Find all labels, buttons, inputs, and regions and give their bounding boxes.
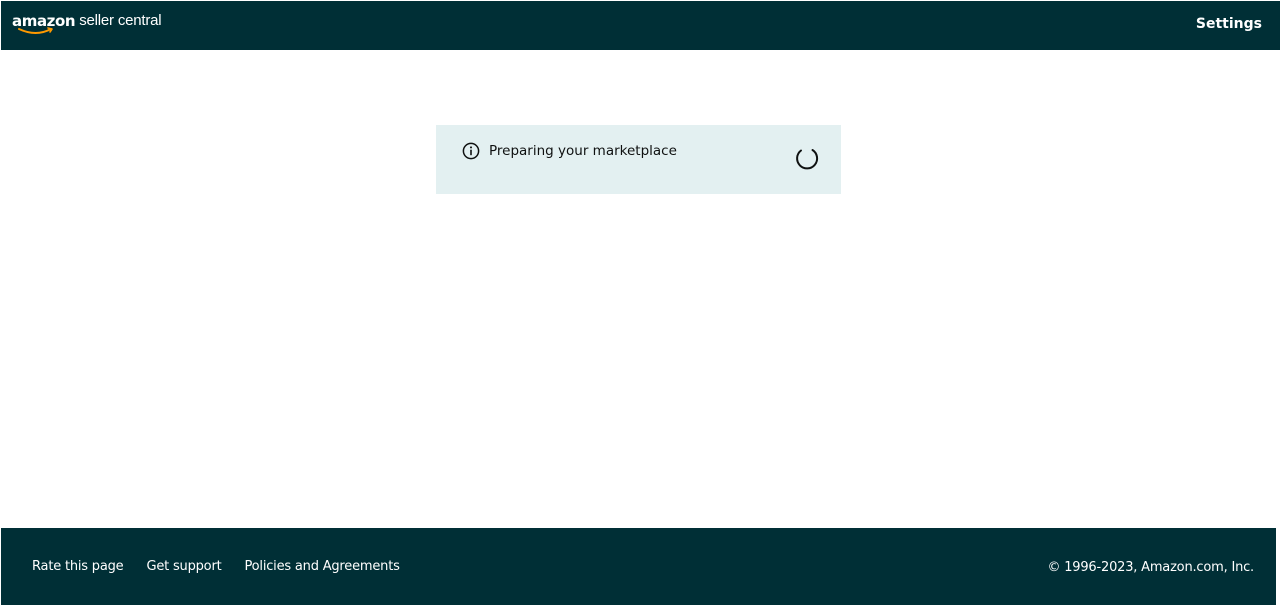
logo-sub-text: seller central (79, 12, 162, 29)
alert-message: Preparing your marketplace (489, 143, 677, 159)
amazon-seller-central-logo[interactable]: amazon seller central (12, 11, 162, 37)
footer-links: Rate this page Get support Policies and … (32, 558, 423, 576)
info-circle-icon (462, 142, 480, 160)
top-navigation-bar: amazon seller central Settings (1, 1, 1280, 50)
copyright-text: © 1996-2023, Amazon.com, Inc. (1047, 560, 1254, 575)
loading-spinner-icon (796, 149, 819, 170)
rate-this-page-link[interactable]: Rate this page (32, 558, 124, 576)
settings-link[interactable]: Settings (1196, 16, 1262, 32)
logo-brand-text: amazon (12, 11, 76, 34)
amazon-smile-icon (18, 27, 53, 34)
policies-and-agreements-link[interactable]: Policies and Agreements (244, 558, 399, 576)
loading-alert: Preparing your marketplace (436, 125, 841, 194)
get-support-link[interactable]: Get support (146, 558, 221, 576)
page-footer: Rate this page Get support Policies and … (1, 528, 1276, 605)
